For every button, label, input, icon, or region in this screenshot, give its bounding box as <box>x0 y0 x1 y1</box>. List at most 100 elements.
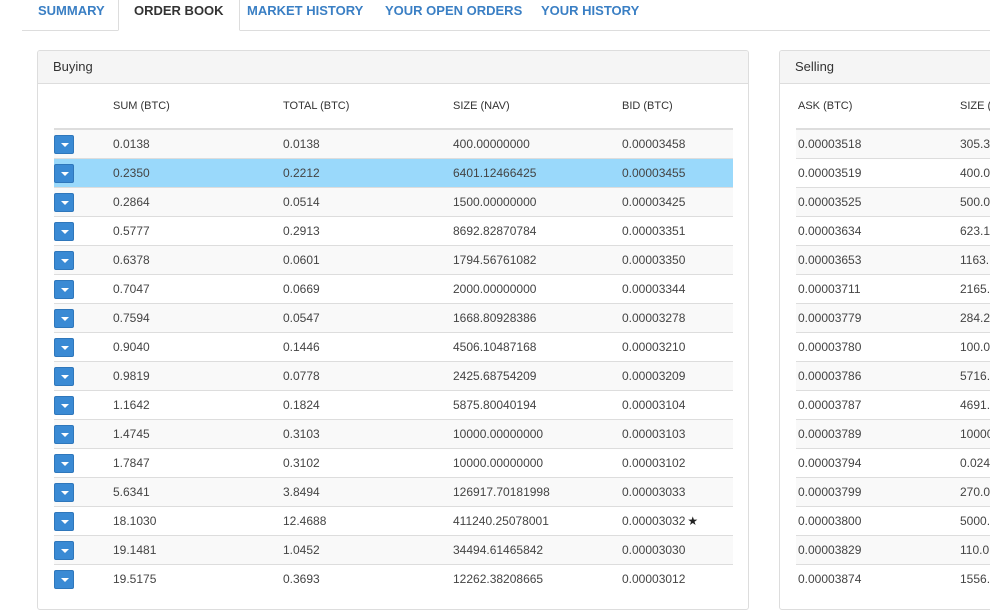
buy-order-row[interactable]: 0.9819 0.0778 2425.68754209 0.00003209 <box>54 361 733 391</box>
chevron-down-icon[interactable] <box>54 366 74 386</box>
sell-ask: 0.00003800 <box>796 506 960 536</box>
sell-order-row[interactable]: 0.00003518 305.3 <box>796 128 990 159</box>
buy-order-row[interactable]: 1.1642 0.1824 5875.80040194 0.00003104 <box>54 390 733 420</box>
buy-bid-cell: 0.00003278 <box>622 303 733 333</box>
buy-col-bid: BID (BTC) <box>622 84 733 130</box>
sell-order-row[interactable]: 0.0000378910000 <box>796 419 990 449</box>
chevron-down-icon[interactable] <box>54 279 74 299</box>
buy-bid-cell: 0.00003351 <box>622 216 733 246</box>
sell-size: 0.024 <box>960 448 990 478</box>
sell-order-row[interactable]: 0.00003786 5716. <box>796 361 990 391</box>
chevron-down-icon[interactable] <box>54 482 74 502</box>
row-action-cell <box>54 274 113 304</box>
buy-size: 10000.00000000 <box>453 419 622 449</box>
tab-your-history[interactable]: YOUR HISTORY <box>541 0 639 30</box>
row-action-cell <box>54 361 113 391</box>
buy-order-row[interactable]: 0.0138 0.0138 400.00000000 0.00003458 <box>54 128 733 159</box>
chevron-down-icon[interactable] <box>54 163 74 183</box>
buying-panel: Buying SUM (BTC) TOTAL (BTC) SIZE (NAV) … <box>37 50 749 610</box>
chevron-down-icon[interactable] <box>54 569 74 589</box>
buy-total: 0.0138 <box>283 128 453 159</box>
row-action-cell <box>54 303 113 333</box>
chevron-down-icon[interactable] <box>54 395 74 415</box>
row-action-cell <box>54 332 113 362</box>
sell-order-row[interactable]: 0.00003874 1556. <box>796 564 990 593</box>
sell-order-row[interactable]: 0.00003799 270.0 <box>796 477 990 507</box>
buy-total: 12.4688 <box>283 506 453 536</box>
buy-size: 8692.82870784 <box>453 216 622 246</box>
sell-order-row[interactable]: 0.00003780 100.0 <box>796 332 990 362</box>
buy-order-row[interactable]: 5.6341 3.8494 126917.70181998 0.00003033 <box>54 477 733 507</box>
sell-order-row[interactable]: 0.00003519 400.0 <box>796 158 990 188</box>
chevron-down-icon[interactable] <box>54 134 74 154</box>
buy-size: 5875.80040194 <box>453 390 622 420</box>
buy-order-row[interactable]: 0.2864 0.0514 1500.00000000 0.00003425 <box>54 187 733 217</box>
chevron-down-icon[interactable] <box>54 192 74 212</box>
buy-total: 1.0452 <box>283 535 453 565</box>
buy-size: 400.00000000 <box>453 128 622 159</box>
buy-order-row[interactable]: 0.6378 0.0601 1794.56761082 0.00003350 <box>54 245 733 275</box>
sell-ask: 0.00003789 <box>796 419 960 449</box>
buy-bid: 0.00003102 <box>622 456 686 470</box>
sell-ask: 0.00003519 <box>796 158 960 188</box>
tab-order-book[interactable]: ORDER BOOK <box>118 0 240 31</box>
sell-ask: 0.00003829 <box>796 535 960 565</box>
buy-sum: 0.5777 <box>113 216 283 246</box>
buy-bid: 0.00003425 <box>622 195 686 209</box>
sell-ask: 0.00003779 <box>796 303 960 333</box>
buy-order-row[interactable]: 19.1481 1.0452 34494.61465842 0.00003030 <box>54 535 733 565</box>
buy-order-row[interactable]: 0.7047 0.0669 2000.00000000 0.00003344 <box>54 274 733 304</box>
chevron-down-icon[interactable] <box>54 511 74 531</box>
sell-order-row[interactable]: 0.00003634 623.1 <box>796 216 990 246</box>
sell-order-row[interactable]: 0.00003653 1163. <box>796 245 990 275</box>
chevron-down-icon[interactable] <box>54 250 74 270</box>
tab-summary[interactable]: SUMMARY <box>38 0 105 30</box>
buy-bid-cell: 0.00003033 <box>622 477 733 507</box>
buy-bid-cell: 0.00003344 <box>622 274 733 304</box>
buy-orders-table: SUM (BTC) TOTAL (BTC) SIZE (NAV) BID (BT… <box>54 84 733 593</box>
sell-size: 400.0 <box>960 158 990 188</box>
sell-order-row[interactable]: 0.00003711 2165. <box>796 274 990 304</box>
sell-table-header: ASK (BTC) SIZE ( <box>796 84 990 130</box>
buy-col-action <box>54 84 113 130</box>
chevron-down-icon[interactable] <box>54 337 74 357</box>
sell-size: 1556. <box>960 564 990 593</box>
buy-order-row[interactable]: 0.5777 0.2913 8692.82870784 0.00003351 <box>54 216 733 246</box>
buy-order-row[interactable]: 0.7594 0.0547 1668.80928386 0.00003278 <box>54 303 733 333</box>
buy-order-row[interactable]: 0.2350 0.2212 6401.12466425 0.00003455 <box>54 158 733 188</box>
buy-total: 3.8494 <box>283 477 453 507</box>
buy-col-total: TOTAL (BTC) <box>283 84 453 130</box>
row-action-cell <box>54 158 113 188</box>
buy-order-row[interactable]: 19.5175 0.3693 12262.38208665 0.00003012 <box>54 564 733 593</box>
chevron-down-icon[interactable] <box>54 308 74 328</box>
buy-bid: 0.00003209 <box>622 369 686 383</box>
buy-bid-cell: 0.00003032 ★ <box>622 506 733 536</box>
sell-order-row[interactable]: 0.00003800 5000. <box>796 506 990 536</box>
buy-order-row[interactable]: 1.4745 0.3103 10000.00000000 0.00003103 <box>54 419 733 449</box>
chevron-down-icon[interactable] <box>54 540 74 560</box>
buy-sum: 0.2864 <box>113 187 283 217</box>
sell-order-row[interactable]: 0.00003794 0.024 <box>796 448 990 478</box>
sell-order-row[interactable]: 0.00003829 110.0 <box>796 535 990 565</box>
buy-table-header: SUM (BTC) TOTAL (BTC) SIZE (NAV) BID (BT… <box>54 84 733 130</box>
buy-order-row[interactable]: 0.9040 0.1446 4506.10487168 0.00003210 <box>54 332 733 362</box>
buy-order-row[interactable]: 18.1030 12.4688 411240.25078001 0.00003032 ★ <box>54 506 733 536</box>
row-action-cell <box>54 564 113 593</box>
star-icon: ★ <box>687 514 699 528</box>
row-action-cell <box>54 187 113 217</box>
buy-sum: 1.4745 <box>113 419 283 449</box>
sell-order-row[interactable]: 0.00003779 284.2 <box>796 303 990 333</box>
chevron-down-icon[interactable] <box>54 424 74 444</box>
tab-market-history[interactable]: MARKET HISTORY <box>247 0 363 30</box>
sell-order-row[interactable]: 0.00003787 4691. <box>796 390 990 420</box>
chevron-down-icon[interactable] <box>54 221 74 241</box>
sell-size: 1163. <box>960 245 990 275</box>
chevron-down-icon[interactable] <box>54 453 74 473</box>
buy-col-size: SIZE (NAV) <box>453 84 622 130</box>
tab-your-open-orders[interactable]: YOUR OPEN ORDERS <box>385 0 522 30</box>
sell-order-row[interactable]: 0.00003525 500.0 <box>796 187 990 217</box>
sell-ask: 0.00003653 <box>796 245 960 275</box>
buy-total: 0.3693 <box>283 564 453 593</box>
buy-order-row[interactable]: 1.7847 0.3102 10000.00000000 0.00003102 <box>54 448 733 478</box>
buy-bid-cell: 0.00003210 <box>622 332 733 362</box>
